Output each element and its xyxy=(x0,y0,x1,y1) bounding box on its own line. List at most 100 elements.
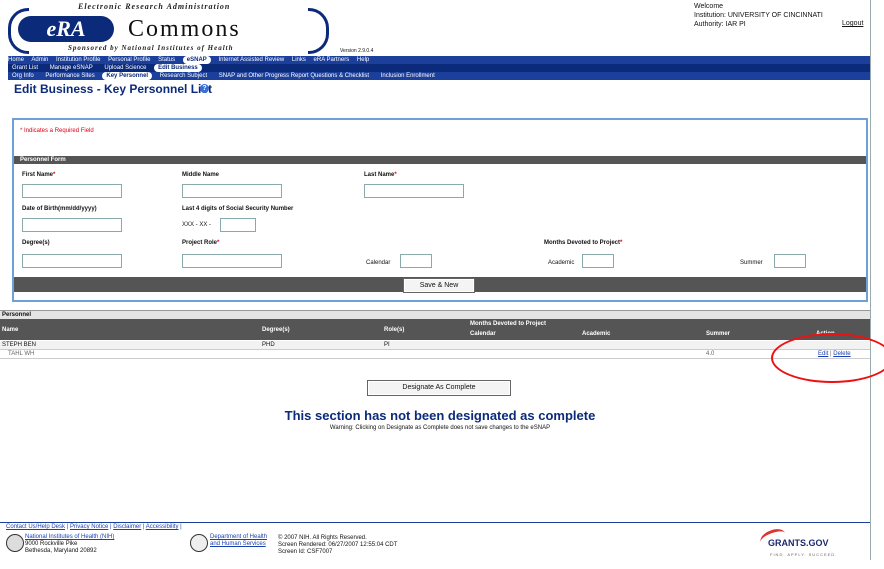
nav-admin[interactable]: Admin xyxy=(31,57,48,63)
nav-inclusion-enrollment[interactable]: Inclusion Enrollment xyxy=(377,72,439,80)
project-role-input[interactable] xyxy=(182,254,282,268)
project-role-label: Project Role* xyxy=(182,240,220,246)
nav-help[interactable]: Help xyxy=(357,57,369,63)
col-role: Role(s) xyxy=(384,327,405,333)
era-commons-logo: Electronic Research Administration eRA C… xyxy=(8,2,338,60)
degree-label: Degree(s) xyxy=(22,240,50,246)
col-degrees: Degree(s) xyxy=(262,327,290,333)
nav-edit-business[interactable]: Edit Business xyxy=(154,64,202,72)
logo-era: eRA xyxy=(18,16,114,42)
logo-top-text: Electronic Research Administration xyxy=(78,2,231,11)
nav-institution-profile[interactable]: Institution Profile xyxy=(56,57,100,63)
primary-nav: Home Admin Institution Profile Personal … xyxy=(8,56,870,64)
logo-commons: Commons xyxy=(128,16,241,42)
highlight-circle xyxy=(771,333,884,383)
nav-era-partners[interactable]: eRA Partners xyxy=(314,57,350,63)
screen-id-text: Screen Id: CSF7007 xyxy=(278,549,333,555)
row-name: STEPH BEN xyxy=(2,342,37,348)
nav-snap-questions[interactable]: SNAP and Other Progress Report Questions… xyxy=(215,72,373,80)
nav-home[interactable]: Home xyxy=(8,57,24,63)
nav-links[interactable]: Links xyxy=(292,57,306,63)
calendar-label: Calendar xyxy=(366,260,391,266)
col-name: Name xyxy=(2,327,19,333)
copyright-text: © 2007 NIH. All Rights Reserved. xyxy=(278,535,367,541)
logo-subtitle: Sponsored by National Institutes of Heal… xyxy=(68,44,234,52)
personnel-form: * Indicates a Required Field Personnel F… xyxy=(12,118,868,302)
hhs-seal-icon xyxy=(190,534,208,552)
row-degrees: PHD xyxy=(262,342,275,348)
academic-input[interactable] xyxy=(582,254,614,268)
nav-grant-list[interactable]: Grant List xyxy=(8,64,42,72)
nav-esnap[interactable]: eSNAP xyxy=(182,56,211,64)
tertiary-nav: Org Info Performance Sites Key Personnel… xyxy=(8,72,870,80)
required-note: * Indicates a Required Field xyxy=(20,128,94,134)
institution-text: Institution: UNIVERSITY OF CINCINNATI xyxy=(694,12,823,19)
last-name-label: Last Name* xyxy=(364,172,397,178)
hhs-line2: and Human Services xyxy=(210,541,266,547)
footer-privacy-link[interactable]: Privacy Notice xyxy=(70,524,108,530)
nih-link[interactable]: National Institutes of Health (NIH) xyxy=(25,534,114,541)
nav-performance-sites[interactable]: Performance Sites xyxy=(41,72,98,80)
nav-key-personnel[interactable]: Key Personnel xyxy=(102,72,153,80)
help-icon[interactable]: ? xyxy=(200,84,209,93)
degree-input[interactable] xyxy=(22,254,122,268)
save-new-button[interactable]: Save & New xyxy=(403,278,475,293)
nav-research-subject[interactable]: Research Subject xyxy=(156,72,211,80)
middle-name-input[interactable] xyxy=(182,184,282,198)
nih-address: National Institutes of Health (NIH) 9000… xyxy=(25,534,114,555)
academic-label: Academic xyxy=(548,260,575,266)
ssn-input[interactable] xyxy=(220,218,256,232)
summer-label: Summer xyxy=(740,260,763,266)
page-title: Edit Business - Key Personnel List xyxy=(14,82,213,96)
rendered-text: Screen Rendered: 06/27/2007 12:55:04 CDT xyxy=(278,542,398,548)
table-row: STEPH BEN PHD PI xyxy=(0,341,870,350)
save-bar: Save & New xyxy=(14,277,866,293)
nav-personal-profile[interactable]: Personal Profile xyxy=(108,57,150,63)
middle-name-label: Middle Name xyxy=(182,172,220,178)
row-role: PI xyxy=(384,342,390,348)
nih-city: Bethesda, Maryland 20892 xyxy=(25,548,97,554)
logo-right-arc xyxy=(308,8,329,54)
status-message: This section has not been designated as … xyxy=(284,408,596,423)
footer-accessibility-link[interactable]: Accessibility xyxy=(146,524,179,530)
grants-tagline: FIND. APPLY. SUCCEED. xyxy=(770,552,838,557)
personnel-form-header: Personnel Form xyxy=(14,156,866,164)
nih-street: 9000 Rockville Pike xyxy=(25,541,78,547)
nav-internet-assisted-review[interactable]: Internet Assisted Review xyxy=(218,57,284,63)
footer-disclaimer-link[interactable]: Disclaimer xyxy=(113,524,141,530)
col-summer: Summer xyxy=(706,331,731,337)
ssn-label: Last 4 digits of Social Security Number xyxy=(182,206,294,212)
summer-input[interactable] xyxy=(774,254,806,268)
hhs-line1: Department of Health xyxy=(210,534,268,540)
footer-contact-link[interactable]: Contact Us/Help Desk xyxy=(6,524,65,530)
last-name-input[interactable] xyxy=(364,184,464,198)
grants-gov-logo[interactable]: GRANTS.GOV xyxy=(768,538,829,548)
first-name-label: First Name* xyxy=(22,172,56,178)
hhs-link[interactable]: Department of Health and Human Services xyxy=(210,534,267,548)
table-row: TAHL WH 4.0 Edit | Delete xyxy=(0,350,870,359)
footer-divider xyxy=(0,522,870,523)
calendar-input[interactable] xyxy=(400,254,432,268)
nav-upload-science[interactable]: Upload Science xyxy=(100,64,150,72)
nav-org-info[interactable]: Org Info xyxy=(8,72,38,80)
copyright-block: © 2007 NIH. All Rights Reserved. Screen … xyxy=(278,535,397,556)
personnel-header-bar: Personnel xyxy=(0,310,870,319)
nav-manage-esnap[interactable]: Manage eSNAP xyxy=(46,64,97,72)
designate-complete-button[interactable]: Designate As Complete xyxy=(367,380,511,396)
welcome-text: Welcome xyxy=(694,3,724,10)
authority-text: Authority: IAR PI xyxy=(694,21,746,28)
first-name-input[interactable] xyxy=(22,184,122,198)
logout-link[interactable]: Logout xyxy=(842,20,863,27)
dob-input[interactable] xyxy=(22,218,122,232)
dob-label: Date of Birth(mm/dd/yyyy) xyxy=(22,206,97,212)
ssn-prefix: XXX - XX - xyxy=(182,222,212,228)
version-label: Version 2.9.0.4 xyxy=(340,48,374,54)
row-summer: 4.0 xyxy=(706,351,715,357)
secondary-nav: Grant List Manage eSNAP Upload Science E… xyxy=(8,64,870,72)
months-label: Months Devoted to Project* xyxy=(544,240,623,246)
warning-text: Warning: Clicking on Designate as Comple… xyxy=(329,425,551,431)
footer-links: Contact Us/Help Desk | Privacy Notice | … xyxy=(6,524,182,530)
welcome-panel: Welcome Institution: UNIVERSITY OF CINCI… xyxy=(694,2,823,29)
col-months: Months Devoted to Project xyxy=(470,321,547,327)
nav-status[interactable]: Status xyxy=(158,57,175,63)
